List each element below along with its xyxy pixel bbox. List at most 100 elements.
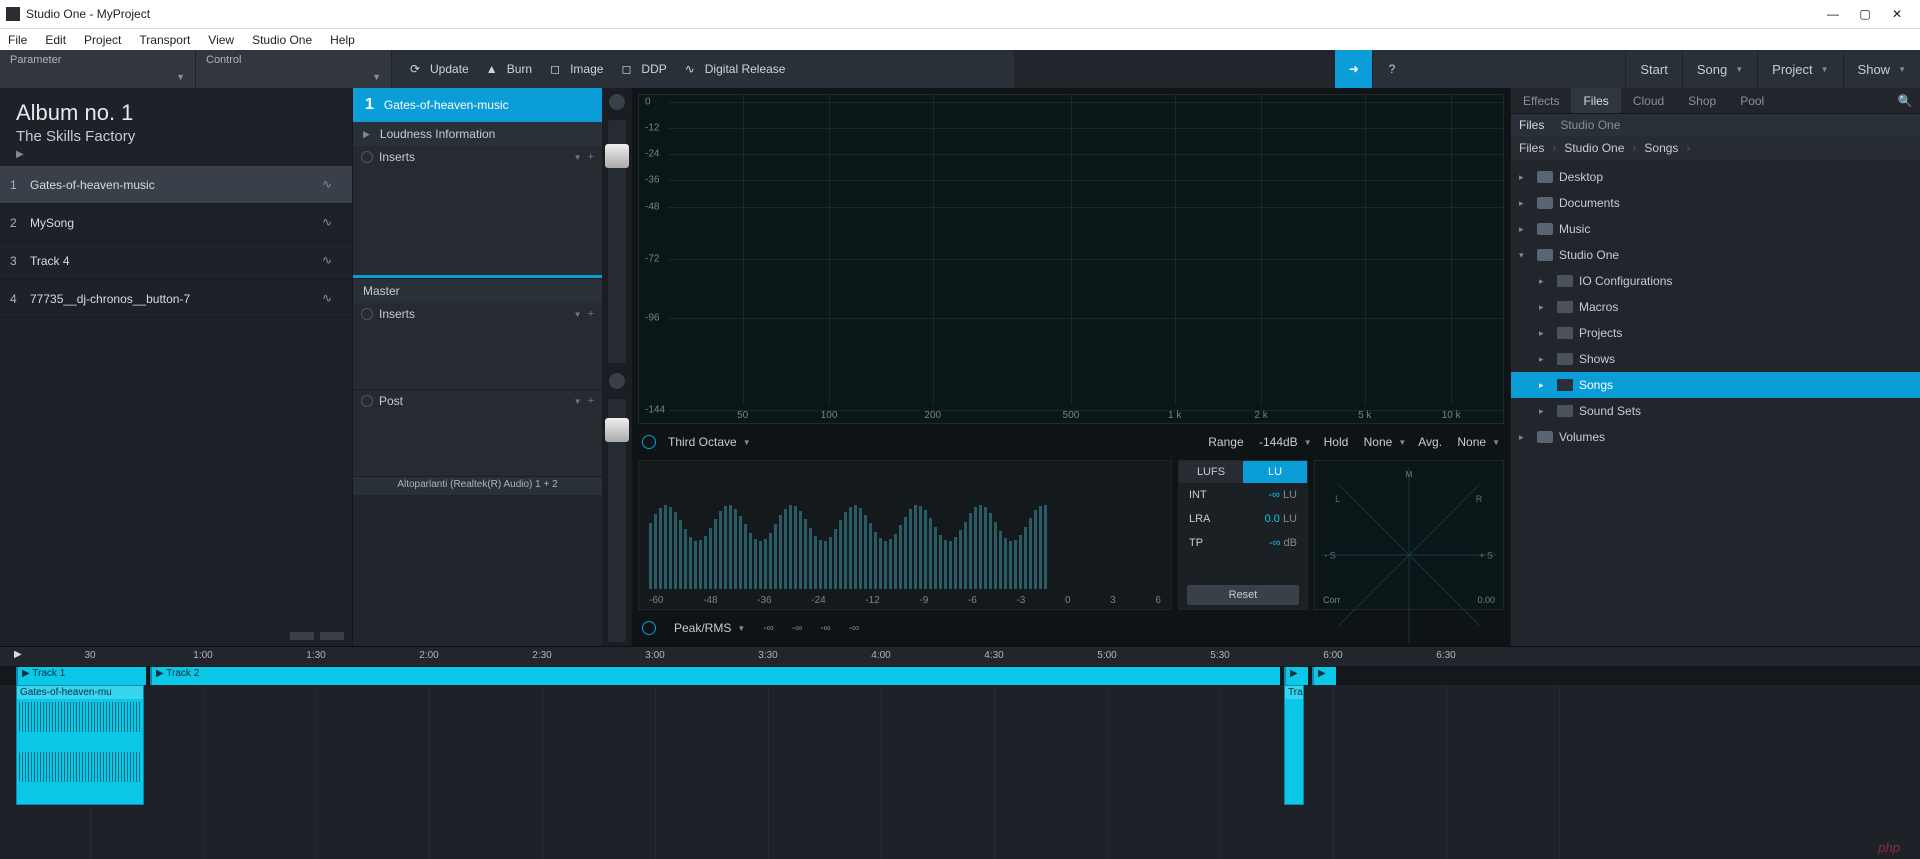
- menu-help[interactable]: Help: [330, 33, 355, 47]
- burn-button[interactable]: ▲Burn: [483, 60, 532, 78]
- track-row[interactable]: 3Track 4∿: [0, 242, 352, 280]
- track-marker[interactable]: ▶: [1312, 667, 1336, 685]
- lu-tab[interactable]: LU: [1243, 461, 1307, 483]
- menu-file[interactable]: File: [8, 33, 27, 47]
- track-row[interactable]: 2MySong∿: [0, 204, 352, 242]
- expand-icon[interactable]: ▾: [1519, 250, 1531, 261]
- add-icon[interactable]: +: [588, 395, 594, 407]
- channel-header[interactable]: 1 Gates-of-heaven-music: [353, 88, 602, 122]
- menu-project[interactable]: Project: [84, 33, 121, 47]
- timeline-ruler[interactable]: ▶ 301:001:302:002:303:003:304:004:305:00…: [0, 647, 1920, 667]
- nav-show[interactable]: Show▼: [1843, 50, 1920, 88]
- digital-release-button[interactable]: ∿Digital Release: [681, 60, 786, 78]
- tree-item[interactable]: ▸IO Configurations: [1511, 268, 1920, 294]
- playhead-icon[interactable]: ▶: [14, 649, 22, 660]
- view-toggle[interactable]: [290, 632, 314, 640]
- power-icon[interactable]: [361, 395, 373, 407]
- tab-cloud[interactable]: Cloud: [1621, 88, 1676, 113]
- master-inserts-header[interactable]: Inserts ▼ +: [353, 303, 602, 325]
- track-marker[interactable]: ▶: [1284, 667, 1308, 685]
- chevron-down-icon[interactable]: ▼: [574, 153, 582, 162]
- view-toggle[interactable]: [320, 632, 344, 640]
- track-row[interactable]: 477735__dj-chronos__button-7∿: [0, 280, 352, 318]
- spectrum-mode[interactable]: Third Octave▼: [668, 435, 751, 449]
- subtab-files[interactable]: Files: [1519, 118, 1544, 132]
- tree-item[interactable]: ▸Shows: [1511, 346, 1920, 372]
- master-fader[interactable]: [608, 399, 626, 642]
- tree-item[interactable]: ▸Sound Sets: [1511, 398, 1920, 424]
- play-icon[interactable]: ▶: [16, 149, 336, 160]
- range-field[interactable]: Range -144dB▼: [1208, 435, 1311, 449]
- lufs-tab[interactable]: LUFS: [1179, 461, 1243, 483]
- close-button[interactable]: ✕: [1890, 7, 1904, 21]
- tree-item[interactable]: ▸Macros: [1511, 294, 1920, 320]
- menu-edit[interactable]: Edit: [45, 33, 66, 47]
- parameter-field[interactable]: Parameter ▼: [0, 50, 196, 88]
- chevron-down-icon[interactable]: ▼: [574, 310, 582, 319]
- audio-clip[interactable]: Tra: [1284, 685, 1304, 805]
- loudness-section[interactable]: ▶ Loudness Information: [353, 122, 602, 146]
- marker-lane[interactable]: ▶ Track 1▶ Track 2▶ ▶: [0, 667, 1920, 685]
- expand-icon[interactable]: ▸: [1539, 406, 1551, 417]
- tab-effects[interactable]: Effects: [1511, 88, 1571, 113]
- pan-knob[interactable]: [609, 373, 625, 389]
- ddp-button[interactable]: ◻DDP: [617, 60, 666, 78]
- tree-item[interactable]: ▸Songs: [1511, 372, 1920, 398]
- expand-icon[interactable]: ▸: [1539, 276, 1551, 287]
- chevron-down-icon[interactable]: ▼: [574, 397, 582, 406]
- track-marker[interactable]: ▶ Track 2: [150, 667, 1280, 685]
- power-icon[interactable]: [361, 151, 373, 163]
- search-icon[interactable]: 🔍: [1890, 88, 1920, 113]
- image-button[interactable]: ◻Image: [546, 60, 603, 78]
- tree-item[interactable]: ▸Music: [1511, 216, 1920, 242]
- tab-pool[interactable]: Pool: [1728, 88, 1776, 113]
- peak-mode[interactable]: Peak/RMS▼: [674, 621, 745, 635]
- nav-start[interactable]: Start: [1625, 50, 1681, 88]
- pan-knob[interactable]: [609, 94, 625, 110]
- post-header[interactable]: Post ▼ +: [353, 390, 602, 412]
- add-icon[interactable]: +: [588, 151, 594, 163]
- power-icon[interactable]: [642, 621, 656, 635]
- channel-fader[interactable]: [608, 120, 626, 363]
- expand-icon[interactable]: ▸: [1539, 328, 1551, 339]
- tree-item[interactable]: ▾Studio One: [1511, 242, 1920, 268]
- tab-files[interactable]: Files: [1571, 88, 1620, 113]
- tree-item[interactable]: ▸Documents: [1511, 190, 1920, 216]
- track-row[interactable]: 1Gates-of-heaven-music∿: [0, 166, 352, 204]
- expand-icon[interactable]: ▸: [1539, 354, 1551, 365]
- expand-icon[interactable]: ▸: [1519, 224, 1531, 235]
- expand-icon[interactable]: ▸: [1519, 172, 1531, 183]
- help-button[interactable]: ?: [1372, 50, 1410, 88]
- subtab-studioone[interactable]: Studio One: [1560, 118, 1620, 132]
- hold-field[interactable]: Hold None▼: [1324, 435, 1407, 449]
- expand-icon[interactable]: ▸: [1539, 302, 1551, 313]
- add-icon[interactable]: +: [588, 308, 594, 320]
- minimize-button[interactable]: —: [1826, 7, 1840, 21]
- menu-studioone[interactable]: Studio One: [252, 33, 312, 47]
- track-marker[interactable]: ▶ Track 1: [16, 667, 146, 685]
- menu-view[interactable]: View: [208, 33, 234, 47]
- output-label[interactable]: Altoparlanti (Realtek(R) Audio) 1 + 2: [353, 477, 602, 495]
- power-icon[interactable]: [642, 435, 656, 449]
- menu-transport[interactable]: Transport: [139, 33, 190, 47]
- expand-icon[interactable]: ▸: [1519, 432, 1531, 443]
- maximize-button[interactable]: ▢: [1858, 7, 1872, 21]
- avg-field[interactable]: Avg. None▼: [1418, 435, 1500, 449]
- audio-clip[interactable]: Gates-of-heaven-mu: [16, 685, 144, 805]
- arrow-button[interactable]: ➜: [1334, 50, 1372, 88]
- timeline-body[interactable]: Gates-of-heaven-mu Tra php: [0, 685, 1920, 859]
- master-header[interactable]: Master: [353, 279, 602, 303]
- tree-item[interactable]: ▸Volumes: [1511, 424, 1920, 450]
- inserts-header[interactable]: Inserts ▼ +: [353, 146, 602, 168]
- control-field[interactable]: Control ▼: [196, 50, 392, 88]
- nav-project[interactable]: Project▼: [1757, 50, 1842, 88]
- power-icon[interactable]: [361, 308, 373, 320]
- tree-item[interactable]: ▸Projects: [1511, 320, 1920, 346]
- reset-button[interactable]: Reset: [1187, 585, 1299, 605]
- expand-icon[interactable]: ▸: [1519, 198, 1531, 209]
- nav-song[interactable]: Song▼: [1682, 50, 1757, 88]
- expand-icon[interactable]: ▸: [1539, 380, 1551, 391]
- tab-shop[interactable]: Shop: [1676, 88, 1728, 113]
- tree-item[interactable]: ▸Desktop: [1511, 164, 1920, 190]
- update-button[interactable]: ⟳Update: [406, 60, 469, 78]
